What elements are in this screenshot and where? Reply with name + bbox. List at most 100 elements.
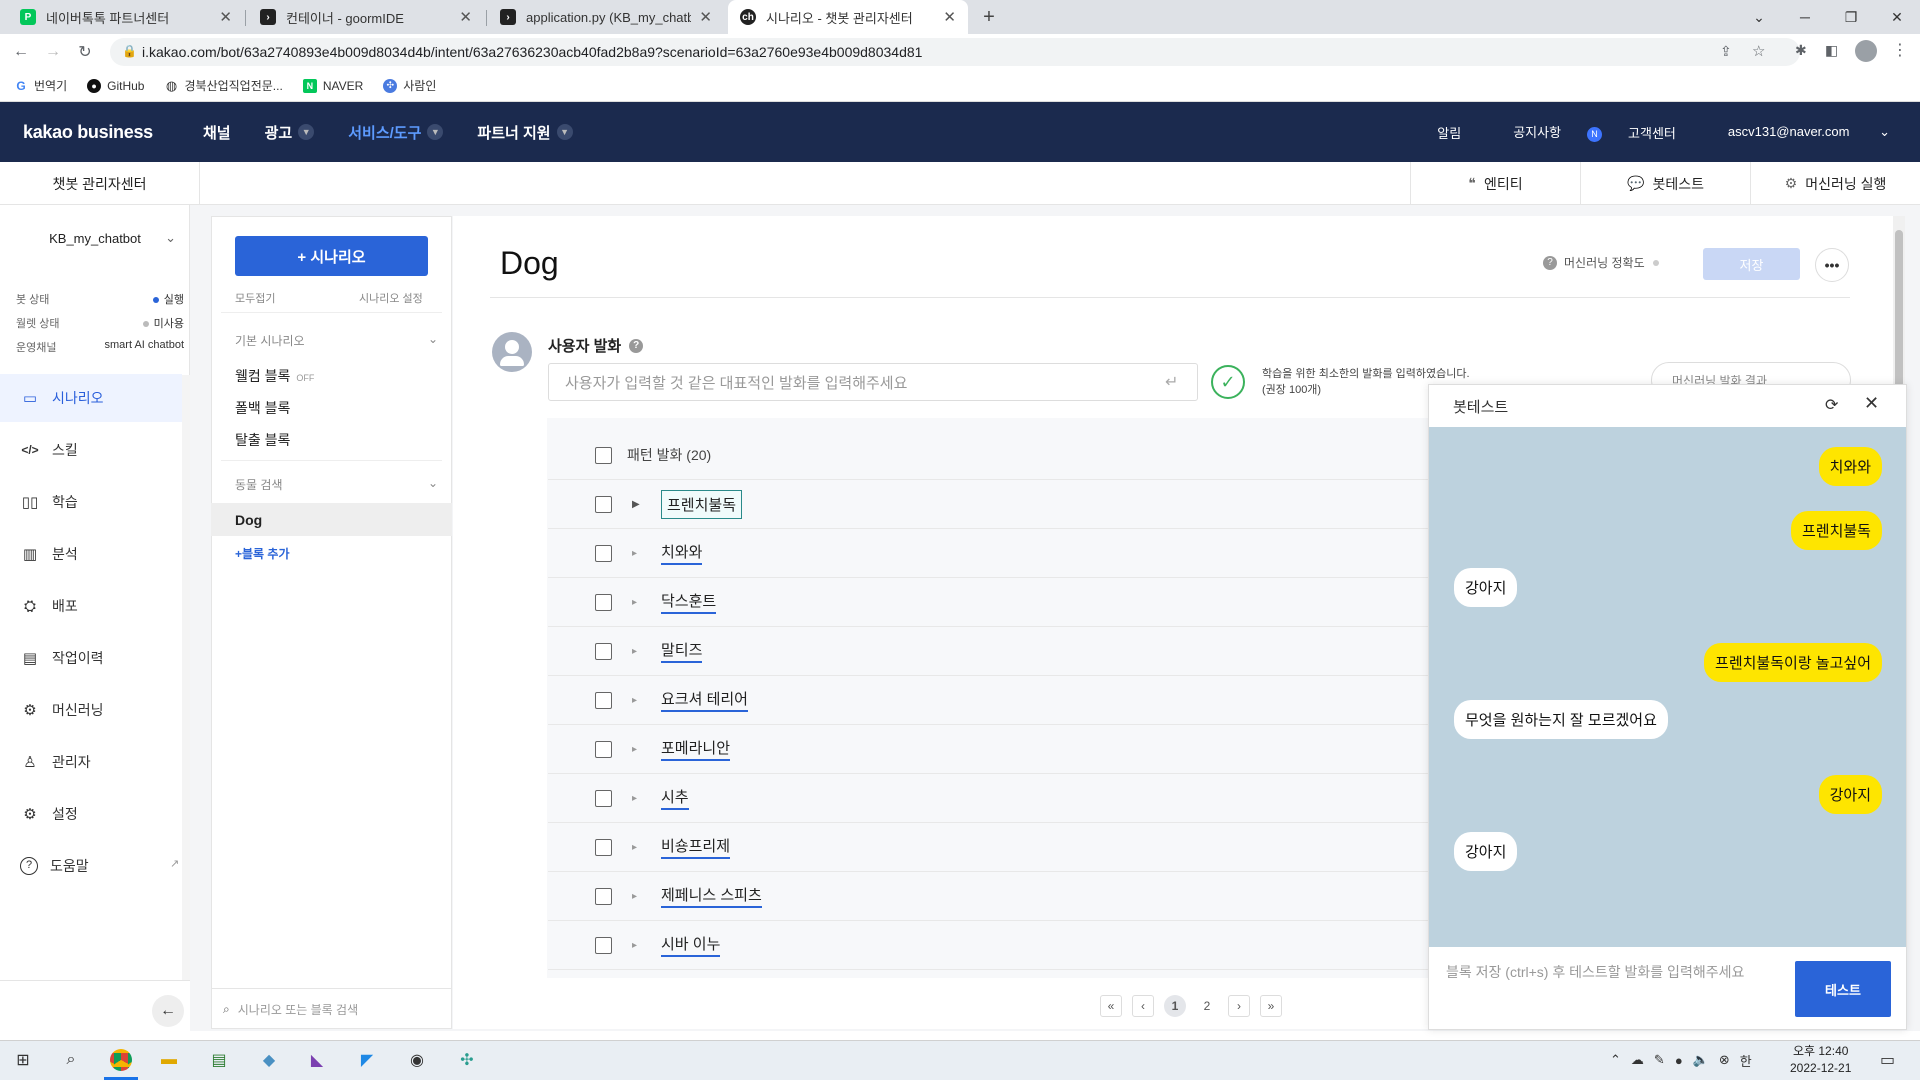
search-icon[interactable]: ⌕ bbox=[56, 1045, 86, 1075]
notice-link[interactable]: 공지사항 N bbox=[1487, 122, 1603, 142]
add-scenario-button[interactable]: + 시나리오 bbox=[235, 236, 428, 276]
utterance-text[interactable]: 시추 bbox=[661, 786, 689, 810]
first-page-button[interactable]: « bbox=[1100, 995, 1122, 1017]
utterance-text[interactable]: 닥스훈트 bbox=[661, 590, 717, 614]
utterance-text[interactable]: 프렌치불독 bbox=[661, 489, 743, 519]
expand-icon[interactable]: ▸ bbox=[632, 548, 644, 559]
expand-icon[interactable]: ▸ bbox=[632, 744, 644, 755]
row-checkbox[interactable] bbox=[595, 691, 612, 709]
close-icon[interactable]: ✕ bbox=[219, 8, 232, 26]
prev-page-button[interactable]: ‹ bbox=[1132, 995, 1154, 1017]
more-options-button[interactable]: ••• bbox=[1815, 248, 1849, 282]
bookmark-item[interactable]: ◍ 경북산업직업전문... bbox=[164, 77, 283, 94]
media-icon[interactable]: ◉ bbox=[402, 1045, 432, 1075]
bookmark-item[interactable]: ✣ 사람인 bbox=[383, 77, 436, 94]
page-1[interactable]: 1 bbox=[1164, 995, 1186, 1017]
row-checkbox[interactable] bbox=[595, 593, 612, 611]
row-checkbox[interactable] bbox=[595, 936, 612, 954]
visual-studio-icon[interactable]: ◣ bbox=[302, 1045, 332, 1075]
menu-services-tools[interactable]: 서비스/도구 ▼ bbox=[348, 122, 444, 143]
tab-search-icon[interactable]: ⌄ bbox=[1736, 0, 1782, 34]
browser-tab-2[interactable]: › 컨테이너 - goormIDE ✕ bbox=[248, 0, 484, 34]
windows-start-icon[interactable]: ⊞ bbox=[8, 1045, 38, 1075]
sidebar-item-admin[interactable]: ♙ 관리자 bbox=[0, 738, 182, 786]
sidepanel-icon[interactable]: ◧ bbox=[1825, 42, 1838, 59]
row-checkbox[interactable] bbox=[595, 789, 612, 807]
sidebar-item-scenario[interactable]: ▭ 시나리오 bbox=[0, 374, 182, 422]
account-menu[interactable]: ascv131@naver.com ⌄ bbox=[1702, 124, 1890, 140]
scrollbar-thumb[interactable] bbox=[1895, 230, 1903, 400]
sidebar-item-settings[interactable]: ⚙ 설정 bbox=[0, 790, 182, 838]
scenario-search[interactable]: ⌕ 시나리오 또는 블록 검색 bbox=[211, 988, 452, 1029]
forward-icon[interactable]: → bbox=[40, 40, 66, 64]
close-icon[interactable]: ✕ bbox=[699, 8, 712, 26]
sidebar-item-analysis[interactable]: ▥ 분석 bbox=[0, 530, 182, 578]
block-dog-selected[interactable]: Dog bbox=[211, 503, 452, 536]
sidebar-item-deploy[interactable]: ⛭ 배포 bbox=[0, 582, 182, 630]
sidebar-item-help[interactable]: ? 도움말 ↗ bbox=[0, 842, 182, 890]
browser-tab-4-active[interactable]: ch 시나리오 - 챗봇 관리자센터 ✕ bbox=[728, 0, 968, 34]
sidebar-item-history[interactable]: ▤ 작업이력 bbox=[0, 634, 182, 682]
sidebar-item-skill[interactable]: </> 스킬 bbox=[0, 426, 182, 474]
expand-icon[interactable]: ▶ bbox=[632, 499, 644, 510]
minimize-button[interactable]: ─ bbox=[1782, 0, 1828, 34]
row-checkbox[interactable] bbox=[595, 740, 612, 758]
pen-icon[interactable]: ✎ bbox=[1654, 1052, 1665, 1068]
window-close-button[interactable]: ✕ bbox=[1874, 0, 1920, 34]
bottest-button[interactable]: 💬 봇테스트 bbox=[1580, 162, 1750, 205]
close-icon[interactable]: ✕ bbox=[1864, 393, 1879, 414]
entity-button[interactable]: ❝ 엔티티 bbox=[1410, 162, 1580, 205]
scenario-settings-link[interactable]: 시나리오 설정 bbox=[359, 290, 423, 306]
utterance-text[interactable]: 제페니스 스피츠 bbox=[661, 884, 762, 908]
refresh-icon[interactable]: ⟳ bbox=[1825, 395, 1838, 415]
utterance-text[interactable]: 말티즈 bbox=[661, 639, 703, 663]
share-icon[interactable]: ⇪ bbox=[1720, 43, 1732, 60]
bookmark-item[interactable]: G 번역기 bbox=[14, 77, 67, 94]
new-tab-button[interactable]: + bbox=[976, 4, 1002, 30]
support-link[interactable]: 고객센터 bbox=[1628, 123, 1676, 142]
notification-icon[interactable]: ▭ bbox=[1880, 1050, 1895, 1070]
network-icon[interactable]: ⊗ bbox=[1719, 1052, 1730, 1068]
browser-tab-1[interactable]: P 네이버톡톡 파트너센터 ✕ bbox=[8, 0, 244, 34]
row-checkbox[interactable] bbox=[595, 838, 612, 856]
add-block-link[interactable]: +블록 추가 bbox=[235, 545, 290, 562]
expand-icon[interactable]: ▸ bbox=[632, 891, 644, 902]
utterance-text[interactable]: 요크셔 테리어 bbox=[661, 688, 748, 712]
help-icon[interactable]: ? bbox=[629, 338, 644, 353]
expand-icon[interactable]: ▸ bbox=[632, 695, 644, 706]
utterance-text[interactable]: 비숑프리제 bbox=[661, 835, 731, 859]
block-title[interactable]: Dog bbox=[500, 245, 559, 282]
select-all-checkbox[interactable] bbox=[595, 446, 612, 464]
sidebar-scrollbar[interactable] bbox=[182, 375, 190, 980]
taskbar-clock[interactable]: 오후 12:40 2022-12-21 bbox=[1790, 1043, 1851, 1077]
block-fallback[interactable]: 폴백 블록 bbox=[235, 398, 290, 418]
kakaotalk-icon[interactable]: ● bbox=[1675, 1053, 1683, 1068]
save-button[interactable]: 저장 bbox=[1703, 248, 1800, 280]
sidebar-item-ml[interactable]: ⚙ 머신러닝 bbox=[0, 686, 182, 734]
menu-channel[interactable]: 채널 bbox=[203, 122, 231, 143]
utterance-text[interactable]: 시바 이누 bbox=[661, 933, 721, 957]
ime-indicator[interactable]: 한 bbox=[1740, 1051, 1752, 1070]
chrome-icon[interactable] bbox=[106, 1045, 136, 1075]
app-icon[interactable]: ◆ bbox=[254, 1045, 284, 1075]
chevron-up-icon[interactable]: ⌃ bbox=[1610, 1052, 1621, 1068]
row-checkbox[interactable] bbox=[595, 495, 612, 513]
menu-icon[interactable]: ⋮ bbox=[1892, 40, 1908, 60]
restore-button[interactable]: ❐ bbox=[1828, 0, 1874, 34]
volume-icon[interactable]: 🔈 bbox=[1693, 1052, 1709, 1068]
row-checkbox[interactable] bbox=[595, 642, 612, 660]
url-field[interactable]: 🔒 i.kakao.com/bot/63a2740893e4b009d8034d… bbox=[110, 38, 1800, 66]
utterance-input[interactable]: 사용자가 입력할 것 같은 대표적인 발화를 입력해주세요 bbox=[548, 363, 1198, 401]
block-welcome[interactable]: 웰컴 블록 OFF bbox=[235, 366, 314, 386]
collapse-sidebar-button[interactable]: ← bbox=[152, 995, 184, 1027]
expand-icon[interactable]: ▸ bbox=[632, 793, 644, 804]
last-page-button[interactable]: » bbox=[1260, 995, 1282, 1017]
bot-selector[interactable]: KB_my_chatbot ⌄ bbox=[0, 218, 190, 258]
back-icon[interactable]: ← bbox=[8, 40, 34, 64]
test-button[interactable]: 테스트 bbox=[1795, 961, 1891, 1017]
row-checkbox[interactable] bbox=[595, 544, 612, 562]
menu-ads[interactable]: 광고 ▼ bbox=[265, 122, 315, 143]
expand-icon[interactable]: ▸ bbox=[632, 940, 644, 951]
alarm-link[interactable]: 알림 bbox=[1437, 123, 1461, 142]
block-exit[interactable]: 탈출 블록 bbox=[235, 430, 290, 450]
